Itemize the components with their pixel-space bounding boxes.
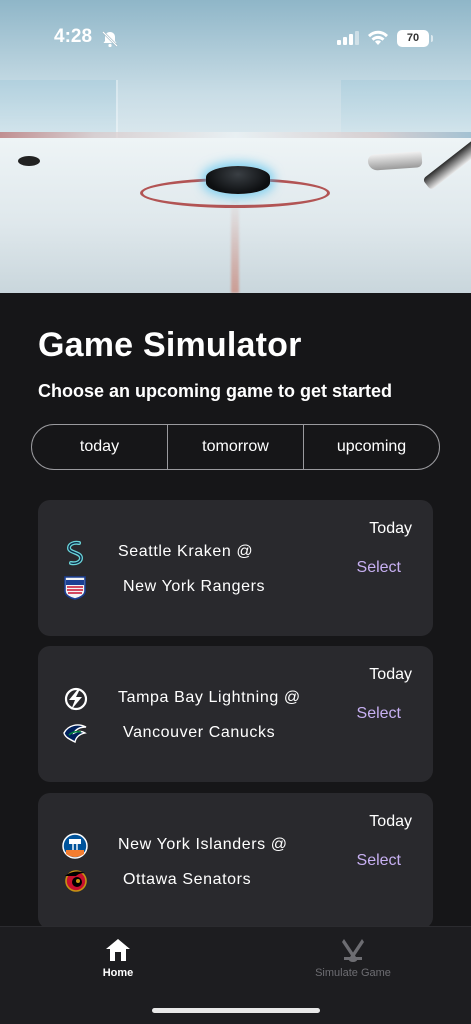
home-team-name: New York Rangers — [123, 578, 266, 595]
islanders-logo-icon — [62, 833, 88, 859]
game-card[interactable]: Seattle Kraken @ New York Rangers Today … — [38, 500, 433, 636]
home-indicator — [152, 1008, 320, 1013]
select-game-button[interactable]: Select — [357, 852, 401, 870]
home-team-name: Ottawa Senators — [123, 871, 252, 888]
nav-label-simulate-game: Simulate Game — [315, 967, 391, 979]
away-team-name: New York Islanders @ — [118, 836, 288, 853]
nav-item-simulate-game[interactable]: Simulate Game — [298, 937, 408, 979]
game-date: Today — [369, 520, 412, 537]
tab-tomorrow[interactable]: tomorrow — [167, 425, 303, 469]
rink-center-line — [231, 196, 239, 293]
away-team-name: Seattle Kraken @ — [118, 543, 254, 560]
rangers-logo-icon — [64, 576, 86, 600]
lightning-logo-icon — [64, 687, 88, 711]
status-time: 4:28 — [54, 26, 93, 47]
game-date: Today — [369, 666, 412, 683]
small-puck-graphic — [18, 156, 40, 166]
battery-indicator: 70 — [397, 30, 433, 47]
away-team-name: Tampa Bay Lightning @ — [118, 689, 301, 706]
nav-item-home[interactable]: Home — [88, 937, 148, 979]
tab-today[interactable]: today — [32, 425, 167, 469]
game-card[interactable]: Tampa Bay Lightning @ Vancouver Canucks … — [38, 646, 433, 782]
date-filter-tabs: today tomorrow upcoming — [31, 424, 440, 470]
game-date: Today — [369, 813, 412, 830]
home-icon — [106, 939, 130, 961]
cellular-signal-icon — [337, 31, 359, 45]
bell-muted-icon — [102, 31, 118, 48]
game-card[interactable]: New York Islanders @ Ottawa Senators Tod… — [38, 793, 433, 929]
page-subtitle: Choose an upcoming game to get started — [38, 381, 393, 401]
home-team-name: Vancouver Canucks — [123, 724, 276, 741]
tab-upcoming[interactable]: upcoming — [303, 425, 439, 469]
select-game-button[interactable]: Select — [357, 705, 401, 723]
select-game-button[interactable]: Select — [357, 559, 401, 577]
page-title: Game Simulator — [38, 326, 302, 364]
puck-graphic — [206, 166, 270, 194]
nav-label-home: Home — [102, 967, 134, 979]
senators-logo-icon — [65, 870, 87, 892]
kraken-logo-icon — [66, 540, 84, 566]
status-bar: 4:28 70 — [0, 0, 471, 70]
hockey-sticks-icon — [342, 939, 364, 962]
canucks-logo-icon — [63, 724, 87, 744]
wifi-icon — [368, 30, 388, 45]
